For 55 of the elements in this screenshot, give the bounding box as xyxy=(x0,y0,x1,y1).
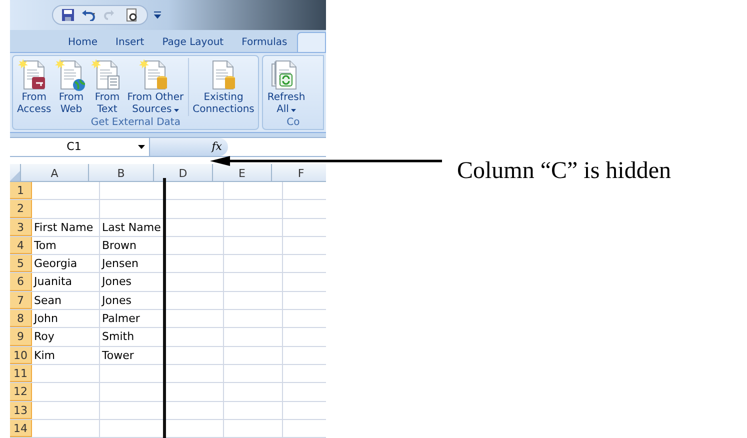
cell-text: Brown xyxy=(102,238,137,252)
row-header[interactable]: 3 xyxy=(10,218,32,236)
annotation-text: Column “C” is hidden xyxy=(457,157,671,186)
save-icon[interactable] xyxy=(61,8,75,22)
row-header[interactable]: 2 xyxy=(10,200,32,218)
row-header[interactable]: 6 xyxy=(10,273,32,291)
dropdown-icon xyxy=(138,145,145,149)
group-label: Co xyxy=(286,116,301,130)
ribbon-button[interactable]: Existing Connections xyxy=(188,58,256,116)
row-header[interactable]: 4 xyxy=(10,236,32,254)
ribbon-button[interactable]: From Access xyxy=(15,58,54,116)
ribbon-tab[interactable]: Insert xyxy=(108,32,152,52)
ribbon-tab[interactable]: Page Layout xyxy=(154,32,232,52)
ribbon-button[interactable]: From Web xyxy=(53,58,90,116)
column-header[interactable]: F xyxy=(298,168,304,179)
cell-text: Georgia xyxy=(34,257,78,270)
cell-text: Roy xyxy=(34,330,54,344)
row-header[interactable]: 12 xyxy=(10,383,32,401)
ribbon-button[interactable]: Refresh All xyxy=(265,58,308,116)
cell-text: First Name xyxy=(34,220,94,234)
cell-text: Palmer xyxy=(102,312,140,326)
row-header[interactable]: 1 xyxy=(10,182,32,200)
ribbon-tab[interactable]: Home xyxy=(60,32,106,52)
row-header[interactable]: 7 xyxy=(10,292,32,310)
undo-icon[interactable] xyxy=(81,9,97,21)
function-button[interactable]: fx xyxy=(212,138,222,156)
cell-text: Jones xyxy=(102,294,132,307)
group-label: Get External Data xyxy=(90,116,182,130)
ribbon-button[interactable]: From Other Sources xyxy=(125,58,186,116)
cell-text: Last Name xyxy=(102,220,161,234)
row-header[interactable]: 11 xyxy=(10,364,32,382)
cell-text: Juanita xyxy=(34,275,72,288)
cell-text: Tower xyxy=(102,348,134,362)
document-icon xyxy=(55,58,88,92)
cell-text: Jones xyxy=(102,275,132,288)
cell-text: Smith xyxy=(102,330,134,344)
column-header[interactable]: E xyxy=(238,168,246,179)
ribbon-button[interactable]: From Text xyxy=(89,58,126,116)
cell-text: John xyxy=(34,312,58,326)
print-preview-icon[interactable] xyxy=(125,8,139,22)
cell-text: Kim xyxy=(34,348,55,362)
customize-icon[interactable] xyxy=(154,11,161,19)
cell-text: Tom xyxy=(34,238,56,252)
cell-text: Sean xyxy=(34,294,62,307)
ribbon-tab[interactable]: Formulas xyxy=(234,32,296,52)
row-header[interactable]: 5 xyxy=(10,255,32,272)
row-header[interactable]: 9 xyxy=(10,328,32,346)
row-header[interactable]: 10 xyxy=(10,346,32,364)
row-header[interactable]: 13 xyxy=(10,402,32,419)
column-header[interactable]: B xyxy=(117,168,125,179)
column-header[interactable]: D xyxy=(178,168,188,179)
row-header[interactable]: 14 xyxy=(10,420,32,438)
column-header[interactable]: A xyxy=(50,168,58,179)
cell-text: Jensen xyxy=(102,257,138,270)
row-header[interactable]: 8 xyxy=(10,310,32,328)
